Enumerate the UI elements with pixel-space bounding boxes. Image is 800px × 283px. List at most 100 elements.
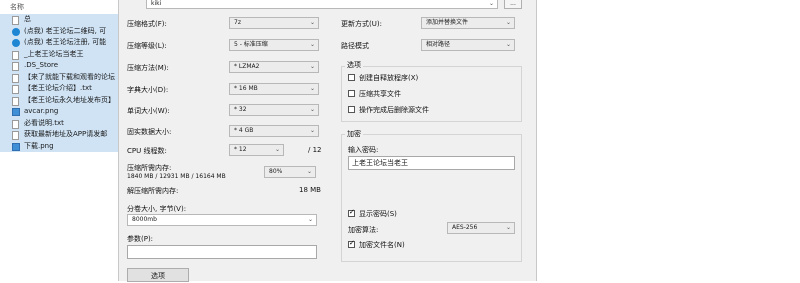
split-value: 8000mb — [132, 216, 157, 223]
delete-checkbox[interactable] — [348, 106, 355, 113]
cpu-select[interactable]: * 12 ⌄ — [229, 144, 284, 156]
password-label: 输入密码: — [348, 146, 379, 154]
file-item[interactable]: avcar.png — [0, 106, 118, 118]
doc-icon — [12, 62, 19, 71]
chevron-down-icon: ⌄ — [309, 19, 315, 26]
file-item[interactable]: 下载.png — [0, 140, 118, 152]
chevron-down-icon: ⌄ — [309, 41, 315, 48]
delete-label: 操作完成后删除源文件 — [359, 106, 429, 114]
add-to-archive-dialog: kiki ⌄ ... 压缩格式(F): 7z ⌄ 压缩等级(L): 5 - 标准压… — [118, 0, 537, 282]
method-label: 压缩方法(M): — [127, 64, 169, 72]
format-label: 压缩格式(F): — [127, 20, 167, 28]
mem-percent-select[interactable]: 80% ⌄ — [264, 166, 316, 178]
chevron-down-icon: ⌄ — [307, 216, 313, 223]
solid-value: * 4 GB — [234, 127, 254, 134]
sfx-label: 创建自释放程序(X) — [359, 74, 419, 82]
update-select[interactable]: 添加并替换文件 ⌄ — [421, 17, 515, 29]
chevron-down-icon: ⌄ — [505, 41, 511, 48]
encrypt-method-value: AES-256 — [452, 224, 478, 231]
doc-icon — [12, 96, 19, 106]
mem-percent-value: 80% — [269, 168, 283, 175]
chevron-down-icon: ⌄ — [309, 85, 315, 92]
doc-icon — [12, 85, 19, 94]
encrypt-method-label: 加密算法: — [348, 226, 379, 234]
archive-name-value: kiki — [151, 0, 162, 7]
encrypt-method-select[interactable]: AES-256 ⌄ — [447, 222, 515, 234]
file-list: 总 (点我) 老王论坛二维码, 可 (点我) 老王论坛注册, 可能 _上老王论坛… — [0, 14, 118, 152]
solid-label: 固实数据大小: — [127, 128, 172, 136]
level-select[interactable]: 5 - 标准压缩 ⌄ — [229, 39, 319, 51]
png-icon — [12, 142, 20, 151]
format-value: 7z — [234, 19, 241, 26]
options-button[interactable]: 选项 — [127, 268, 189, 282]
cpu-total: / 12 — [308, 146, 322, 154]
options-group-title: 选项 — [345, 60, 363, 70]
file-item[interactable]: 【来了就能下载和观看的论坛 — [0, 71, 118, 83]
method-value: * LZMA2 — [234, 63, 260, 70]
solid-select[interactable]: * 4 GB ⌄ — [229, 125, 319, 137]
update-label: 更新方式(U): — [341, 20, 382, 28]
chevron-down-icon[interactable]: ⌄ — [489, 0, 494, 9]
encrypt-names-label: 加密文件名(N) — [359, 241, 405, 249]
png-icon — [12, 108, 20, 116]
word-select[interactable]: * 32 ⌄ — [229, 104, 319, 116]
chevron-down-icon: ⌄ — [505, 19, 511, 26]
show-password-checkbox[interactable] — [348, 208, 355, 217]
file-explorer-pane: 名称 总 (点我) 老王论坛二维码, 可 (点我) 老王论坛注册, 可能 _上老… — [0, 0, 118, 281]
edge-icon — [12, 27, 20, 36]
dict-value: * 16 MB — [234, 85, 258, 92]
file-item[interactable]: .DS_Store — [0, 60, 118, 72]
file-name: 【老王论坛永久地址发布页】 — [24, 95, 115, 104]
file-name: (点我) 老王论坛注册, 可能 — [24, 38, 107, 46]
doc-icon — [12, 131, 19, 140]
level-label: 压缩等级(L): — [127, 42, 167, 50]
archive-name-combo[interactable]: kiki ⌄ — [146, 0, 498, 9]
shared-checkbox[interactable] — [348, 90, 355, 97]
chevron-down-icon: ⌄ — [274, 146, 280, 153]
mem-compress-label: 压缩所需内存: — [127, 164, 172, 172]
split-combo[interactable]: 8000mb ⌄ — [127, 214, 317, 226]
path-value: 相对路径 — [426, 41, 451, 48]
password-input[interactable]: 上老王论坛当老王 — [348, 156, 515, 170]
file-item[interactable]: 【老王论坛永久地址发布页】 — [0, 94, 118, 106]
encrypt-names-checkbox[interactable] — [348, 239, 355, 248]
file-item[interactable]: _上老王论坛当老王 — [0, 48, 118, 60]
edge-icon — [12, 39, 20, 47]
path-select[interactable]: 相对路径 ⌄ — [421, 39, 515, 51]
file-item[interactable]: (点我) 老王论坛注册, 可能 — [0, 37, 118, 49]
split-label: 分卷大小, 字节(V): — [127, 205, 187, 213]
file-name: 【老王论坛介绍】.txt — [24, 84, 92, 92]
dict-select[interactable]: * 16 MB ⌄ — [229, 83, 319, 95]
file-name: 总 — [24, 15, 31, 23]
show-password-label: 显示密码(S) — [359, 210, 397, 218]
mem-decompress-label: 解压缩所需内存: — [127, 187, 179, 195]
encrypt-group-title: 加密 — [345, 129, 363, 139]
chevron-down-icon: ⌄ — [309, 63, 315, 70]
cpu-value: * 12 — [234, 146, 247, 153]
file-item[interactable]: 总 — [0, 14, 118, 26]
shared-label: 压缩共享文件 — [359, 90, 401, 98]
format-select[interactable]: 7z ⌄ — [229, 17, 319, 29]
doc-icon — [12, 119, 19, 129]
file-item[interactable]: (点我) 老王论坛二维码, 可 — [0, 25, 118, 37]
chevron-down-icon: ⌄ — [505, 224, 511, 231]
browse-button[interactable]: ... — [504, 0, 522, 9]
file-item[interactable]: 【老王论坛介绍】.txt — [0, 83, 118, 95]
word-label: 单词大小(W): — [127, 107, 170, 115]
file-name: (点我) 老王论坛二维码, 可 — [24, 26, 107, 35]
dict-label: 字典大小(D): — [127, 86, 169, 94]
file-item[interactable]: 获取最新地址及APP请发邮 — [0, 129, 118, 141]
file-name: 必看说明.txt — [24, 118, 64, 127]
file-name: 获取最新地址及APP请发邮 — [24, 130, 108, 138]
mem-decompress-value: 18 MB — [299, 186, 321, 194]
file-name: 下载.png — [24, 141, 54, 150]
sfx-checkbox[interactable] — [348, 74, 355, 81]
chevron-down-icon: ⌄ — [306, 168, 312, 175]
file-item[interactable]: 必看说明.txt — [0, 117, 118, 129]
params-input[interactable] — [127, 245, 317, 259]
chevron-down-icon: ⌄ — [309, 127, 315, 134]
name-column-header[interactable]: 名称 — [10, 2, 24, 12]
doc-icon — [12, 50, 19, 60]
method-select[interactable]: * LZMA2 ⌄ — [229, 61, 319, 73]
level-value: 5 - 标准压缩 — [234, 41, 268, 48]
